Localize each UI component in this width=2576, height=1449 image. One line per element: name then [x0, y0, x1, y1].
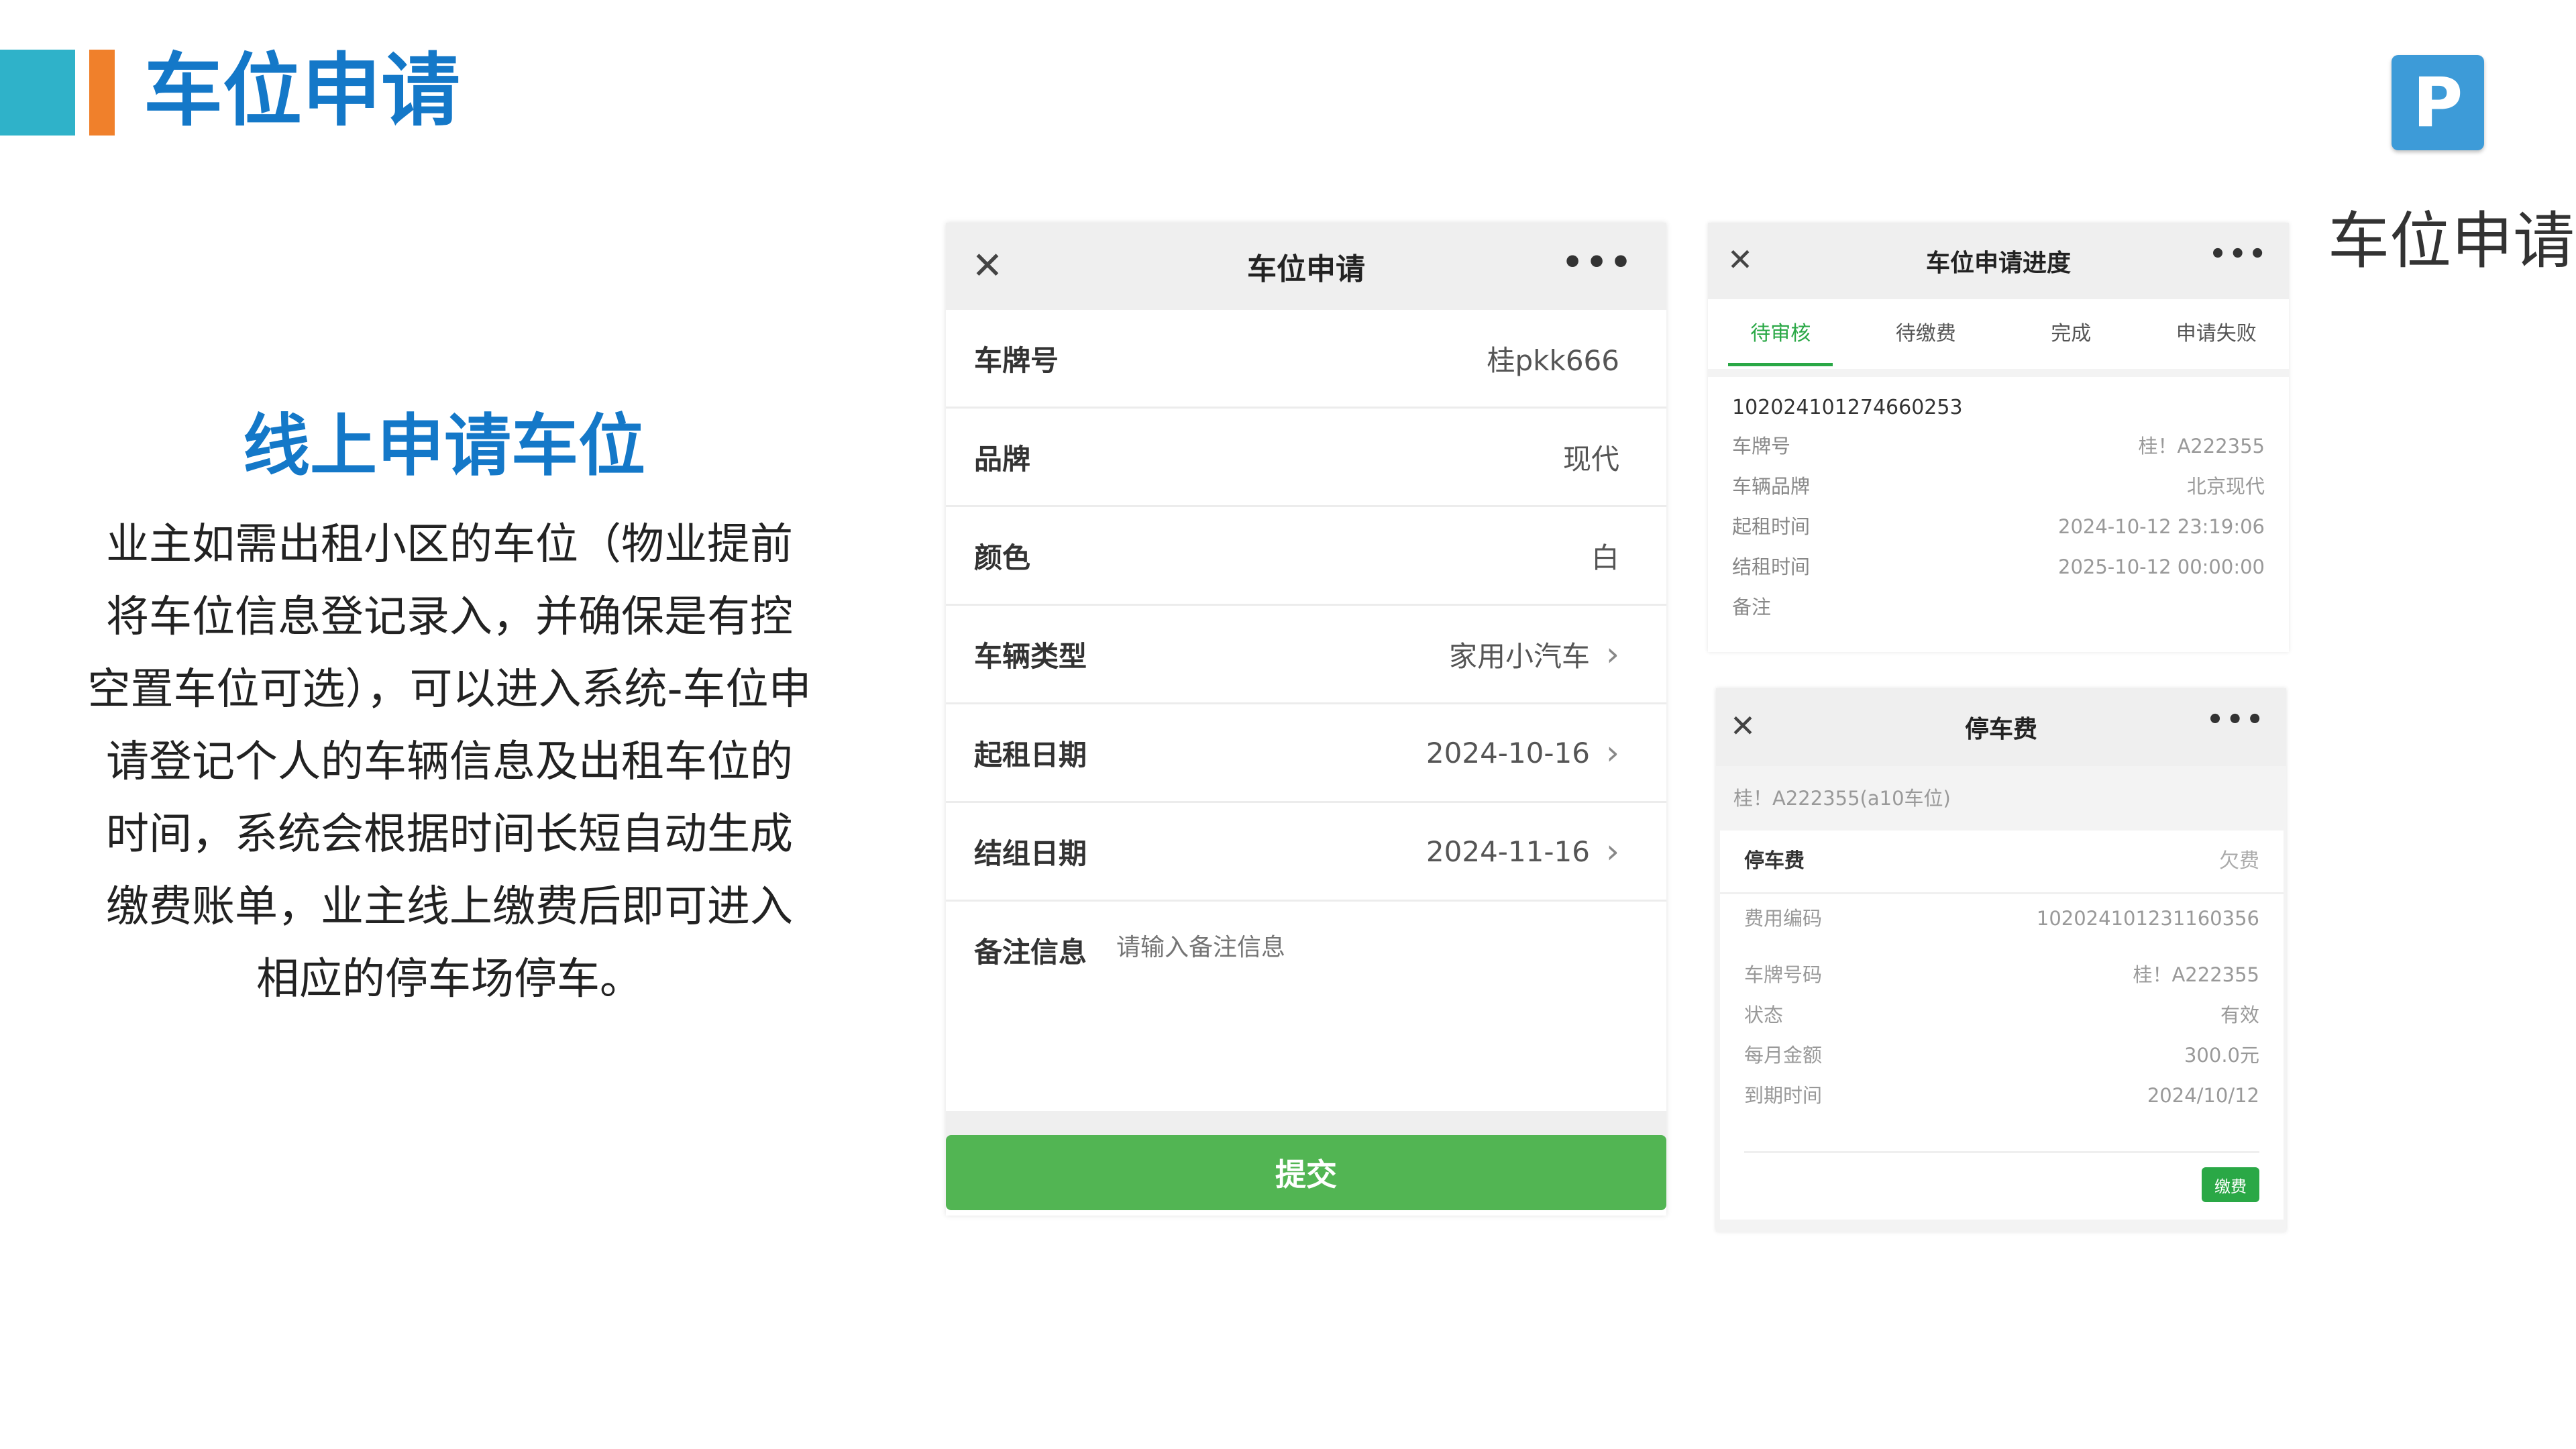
remark-input[interactable]	[1116, 930, 1587, 965]
header-accent-orange	[89, 50, 115, 136]
more-icon[interactable]: •••	[2209, 239, 2269, 270]
nav-title: 车位申请进度	[1925, 250, 2071, 277]
form-row-color[interactable]: 颜色 白	[946, 507, 1666, 606]
fee-card-title: 停车费	[1744, 849, 1805, 873]
detail-value: 2025-10-12 00:00:00	[2058, 555, 2265, 578]
parking-icon: P	[2392, 55, 2484, 150]
fee-key: 每月金额	[1744, 1044, 1823, 1067]
status-badge: 欠费	[2219, 849, 2259, 873]
detail-key: 车牌号	[1732, 435, 1791, 458]
detail-key: 备注	[1732, 596, 1772, 619]
form-label: 车牌号	[974, 343, 1059, 377]
more-icon[interactable]: •••	[2206, 704, 2266, 735]
detail-row: 结租时间 2025-10-12 00:00:00	[1732, 547, 2265, 587]
detail-value: 北京现代	[2186, 475, 2265, 498]
side-label: 车位申请	[2328, 205, 2575, 277]
form-row-plate[interactable]: 车牌号 桂pkk666	[946, 310, 1666, 409]
fee-key: 费用编码	[1744, 907, 1823, 930]
detail-key: 起租时间	[1732, 515, 1811, 538]
form-value: 现代	[1562, 442, 1619, 476]
fee-row: 费用编码 102024101231160356	[1744, 898, 2259, 938]
fee-row: 车牌号码 桂！A222355	[1744, 955, 2259, 995]
form-row-start-date[interactable]: 起租日期 2024-10-16 ›	[946, 704, 1666, 803]
form-row-remark: 备注信息	[946, 902, 1666, 1057]
tab-pending-review[interactable]: 待审核	[1708, 299, 1854, 369]
divider	[1744, 1151, 2259, 1153]
form-label: 车辆类型	[974, 639, 1087, 673]
close-icon[interactable]: ✕	[1721, 241, 1759, 278]
fee-row: 到期时间 2024/10/12	[1744, 1075, 2259, 1116]
form-row-end-date[interactable]: 结组日期 2024-11-16 ›	[946, 803, 1666, 902]
fee-key: 到期时间	[1744, 1084, 1823, 1107]
nav-title: 停车费	[1964, 716, 2037, 743]
fee-value: 2024/10/12	[2147, 1084, 2259, 1107]
detail-row: 备注	[1732, 587, 2265, 627]
chevron-right-icon: ›	[1606, 733, 1619, 772]
intro-heading: 线上申请车位	[243, 407, 645, 485]
fee-row: 状态 有效	[1744, 995, 2259, 1035]
fee-key: 状态	[1744, 1004, 1784, 1026]
form-row-vehicle-type[interactable]: 车辆类型 家用小汽车 ›	[946, 606, 1666, 704]
fee-card-header: 停车费 欠费	[1720, 830, 2284, 894]
form-value: 家用小汽车	[1448, 639, 1590, 673]
detail-row: 车辆品牌 北京现代	[1732, 466, 2265, 506]
header-accent-cyan	[0, 50, 75, 136]
form-label: 品牌	[974, 442, 1031, 476]
page-title: 车位申请	[144, 44, 461, 137]
nav-bar: ✕ 车位申请进度 •••	[1708, 223, 2289, 299]
nav-bar: ✕ 停车费 •••	[1716, 688, 2286, 766]
form-value: 白	[1591, 541, 1619, 574]
form-value: 2024-10-16	[1426, 736, 1590, 769]
nav-title: 车位申请	[1247, 252, 1365, 286]
tab-pending-payment[interactable]: 待缴费	[1854, 299, 1999, 369]
detail-key: 结租时间	[1732, 555, 1811, 578]
parking-logo-letter: P	[2412, 62, 2463, 143]
chevron-right-icon: ›	[1606, 635, 1619, 674]
parking-fee-screen: ✕ 停车费 ••• 桂！A222355(a10车位) 停车费 欠费 费用编码 1…	[1716, 688, 2286, 1232]
nav-bar: ✕ 车位申请 •••	[946, 223, 1666, 310]
fee-card: 停车费 欠费 费用编码 102024101231160356 车牌号码 桂！A2…	[1720, 830, 2284, 1220]
intro-text: 业主如需出租小区的车位（物业提前将车位信息登记录入，并确保是有控空置车位可选），…	[87, 520, 812, 1004]
detail-key: 车辆品牌	[1732, 475, 1811, 498]
fee-value: 102024101231160356	[2036, 907, 2259, 930]
fee-card-body: 费用编码 102024101231160356 车牌号码 桂！A222355 状…	[1720, 894, 2284, 1116]
form-label: 备注信息	[974, 936, 1087, 969]
close-icon[interactable]: ✕	[1724, 707, 1762, 745]
fee-value: 桂！A222355	[2133, 963, 2259, 986]
detail-row: 车牌号 桂！A222355	[1732, 426, 2265, 466]
fee-row: 每月金额 300.0元	[1744, 1035, 2259, 1075]
detail-value: 2024-10-12 23:19:06	[2058, 515, 2265, 538]
tab-completed[interactable]: 完成	[1998, 299, 2144, 369]
close-icon[interactable]: ✕	[966, 245, 1009, 288]
form-label: 起租日期	[974, 738, 1087, 771]
plate-line: 桂！A222355(a10车位)	[1733, 787, 1951, 810]
pay-button[interactable]: 缴费	[2202, 1167, 2259, 1202]
detail-row: 起租时间 2024-10-12 23:19:06	[1732, 506, 2265, 547]
status-tabs: 待审核 待缴费 完成 申请失败	[1708, 299, 2289, 377]
detail-value: 桂！A222355	[2138, 435, 2265, 458]
submit-button[interactable]: 提交	[946, 1135, 1666, 1210]
form-row-brand[interactable]: 品牌 现代	[946, 409, 1666, 507]
order-number: 102024101274660253	[1732, 396, 1963, 419]
application-progress-screen: ✕ 车位申请进度 ••• 待审核 待缴费 完成 申请失败 10202410127…	[1708, 223, 2289, 652]
fee-key: 车牌号码	[1744, 963, 1823, 986]
form-label: 颜色	[974, 541, 1031, 574]
form-value: 2024-11-16	[1426, 835, 1590, 868]
chevron-right-icon: ›	[1606, 832, 1619, 871]
form-label: 结组日期	[974, 837, 1087, 870]
fee-value: 300.0元	[2184, 1044, 2259, 1067]
more-icon[interactable]: •••	[1562, 243, 1634, 282]
application-form-screen: ✕ 车位申请 ••• 车牌号 桂pkk666 品牌 现代 颜色 白 车辆类型 家…	[946, 223, 1666, 1216]
application-card[interactable]: 102024101274660253 车牌号 桂！A222355 车辆品牌 北京…	[1708, 377, 2289, 646]
tab-failed[interactable]: 申请失败	[2144, 299, 2290, 369]
fee-value: 有效	[2220, 1004, 2259, 1026]
form-value: 桂pkk666	[1487, 343, 1619, 377]
